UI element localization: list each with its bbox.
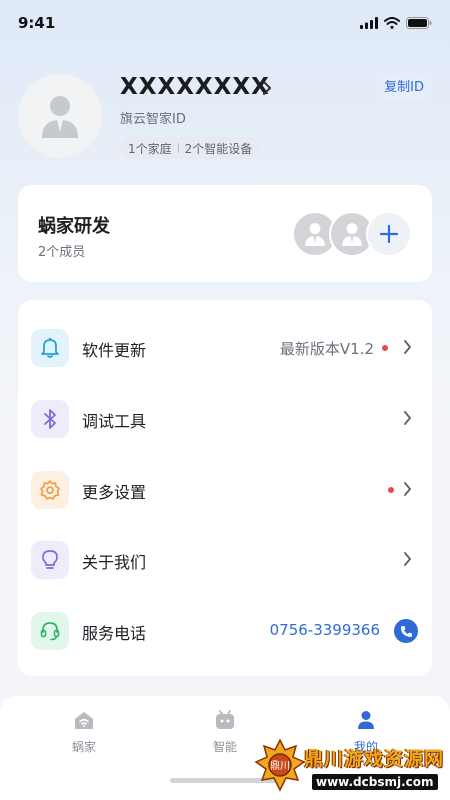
- call-button[interactable]: [394, 619, 418, 643]
- watermark-logo: 鼎川: [254, 738, 306, 792]
- menu-item-software-update[interactable]: 软件更新 最新版本V1.2: [18, 313, 432, 383]
- chevron-right-icon: [404, 340, 411, 354]
- menu-item-label: 服务电话: [82, 624, 147, 643]
- chevron-right-icon[interactable]: [262, 81, 272, 95]
- svg-text:鼎川: 鼎川: [270, 760, 290, 772]
- watermark: 鼎川 鼎川游戏资源网 www.dcbsmj.com: [250, 730, 450, 800]
- menu-item-service-phone[interactable]: 服务电话 0756-3399366: [18, 596, 432, 666]
- copy-id-button[interactable]: 复制ID: [378, 76, 430, 100]
- user-id-label: 旗云智家ID: [120, 112, 186, 127]
- tag-divider: [177, 143, 179, 153]
- signal-icon: [360, 17, 378, 29]
- menu-item-about-us[interactable]: 关于我们: [18, 525, 432, 595]
- gear-icon: [31, 471, 69, 509]
- home-wifi-icon: [75, 712, 93, 729]
- profile-tags: 1个家庭 2个智能设备: [120, 137, 261, 159]
- wifi-icon: [384, 17, 400, 29]
- menu-item-label: 调试工具: [82, 412, 147, 431]
- update-dot-badge: [382, 345, 388, 351]
- status-icons: [360, 17, 432, 29]
- family-name: 蜗家研发: [38, 216, 110, 237]
- user-avatar-icon: [342, 223, 362, 246]
- plus-icon: [379, 224, 399, 244]
- status-time: 9:41: [18, 14, 56, 32]
- family-card[interactable]: 蜗家研发 2个成员: [18, 185, 432, 282]
- user-avatar-icon: [42, 96, 78, 138]
- avatar[interactable]: [18, 74, 102, 158]
- menu-item-label: 关于我们: [82, 553, 147, 572]
- tag-family-count: 1个家庭: [128, 141, 172, 156]
- lightbulb-icon: [31, 541, 69, 579]
- chevron-right-icon: [404, 482, 411, 496]
- battery-icon: [406, 17, 432, 29]
- add-member-button[interactable]: [366, 211, 412, 257]
- user-name[interactable]: XXXXXXXX: [120, 74, 270, 100]
- headset-icon: [31, 612, 69, 650]
- settings-dot-badge: [388, 487, 394, 493]
- tab-home[interactable]: 蜗家: [44, 710, 124, 755]
- menu-item-label: 软件更新: [82, 341, 147, 360]
- user-avatar-icon: [305, 223, 325, 246]
- menu-item-more-settings[interactable]: 更多设置: [18, 455, 432, 525]
- family-member-count: 2个成员: [38, 245, 86, 260]
- chevron-right-icon: [404, 411, 411, 425]
- profile-header: XXXXXXXX 复制ID 旗云智家ID 1个家庭 2个智能设备: [0, 60, 450, 170]
- phone-icon: [400, 625, 412, 637]
- tab-label: 蜗家: [71, 740, 96, 754]
- chevron-right-icon: [404, 552, 411, 566]
- status-bar: 9:41: [0, 0, 450, 48]
- bluetooth-icon: [31, 400, 69, 438]
- app-version-value: 最新版本V1.2: [279, 340, 374, 358]
- settings-menu: 软件更新 最新版本V1.2 调试工具 更多设置 关于我们 服务电话 0756-3…: [18, 300, 432, 676]
- bell-icon: [31, 329, 69, 367]
- menu-item-debug-tools[interactable]: 调试工具: [18, 384, 432, 454]
- tag-device-count: 2个智能设备: [184, 141, 253, 156]
- service-phone-number[interactable]: 0756-3399366: [270, 621, 380, 639]
- menu-item-label: 更多设置: [82, 483, 147, 502]
- robot-icon: [216, 710, 234, 729]
- watermark-title: 鼎川游戏资源网: [304, 748, 445, 770]
- person-icon: [358, 711, 374, 729]
- watermark-url: www.dcbsmj.com: [312, 774, 438, 790]
